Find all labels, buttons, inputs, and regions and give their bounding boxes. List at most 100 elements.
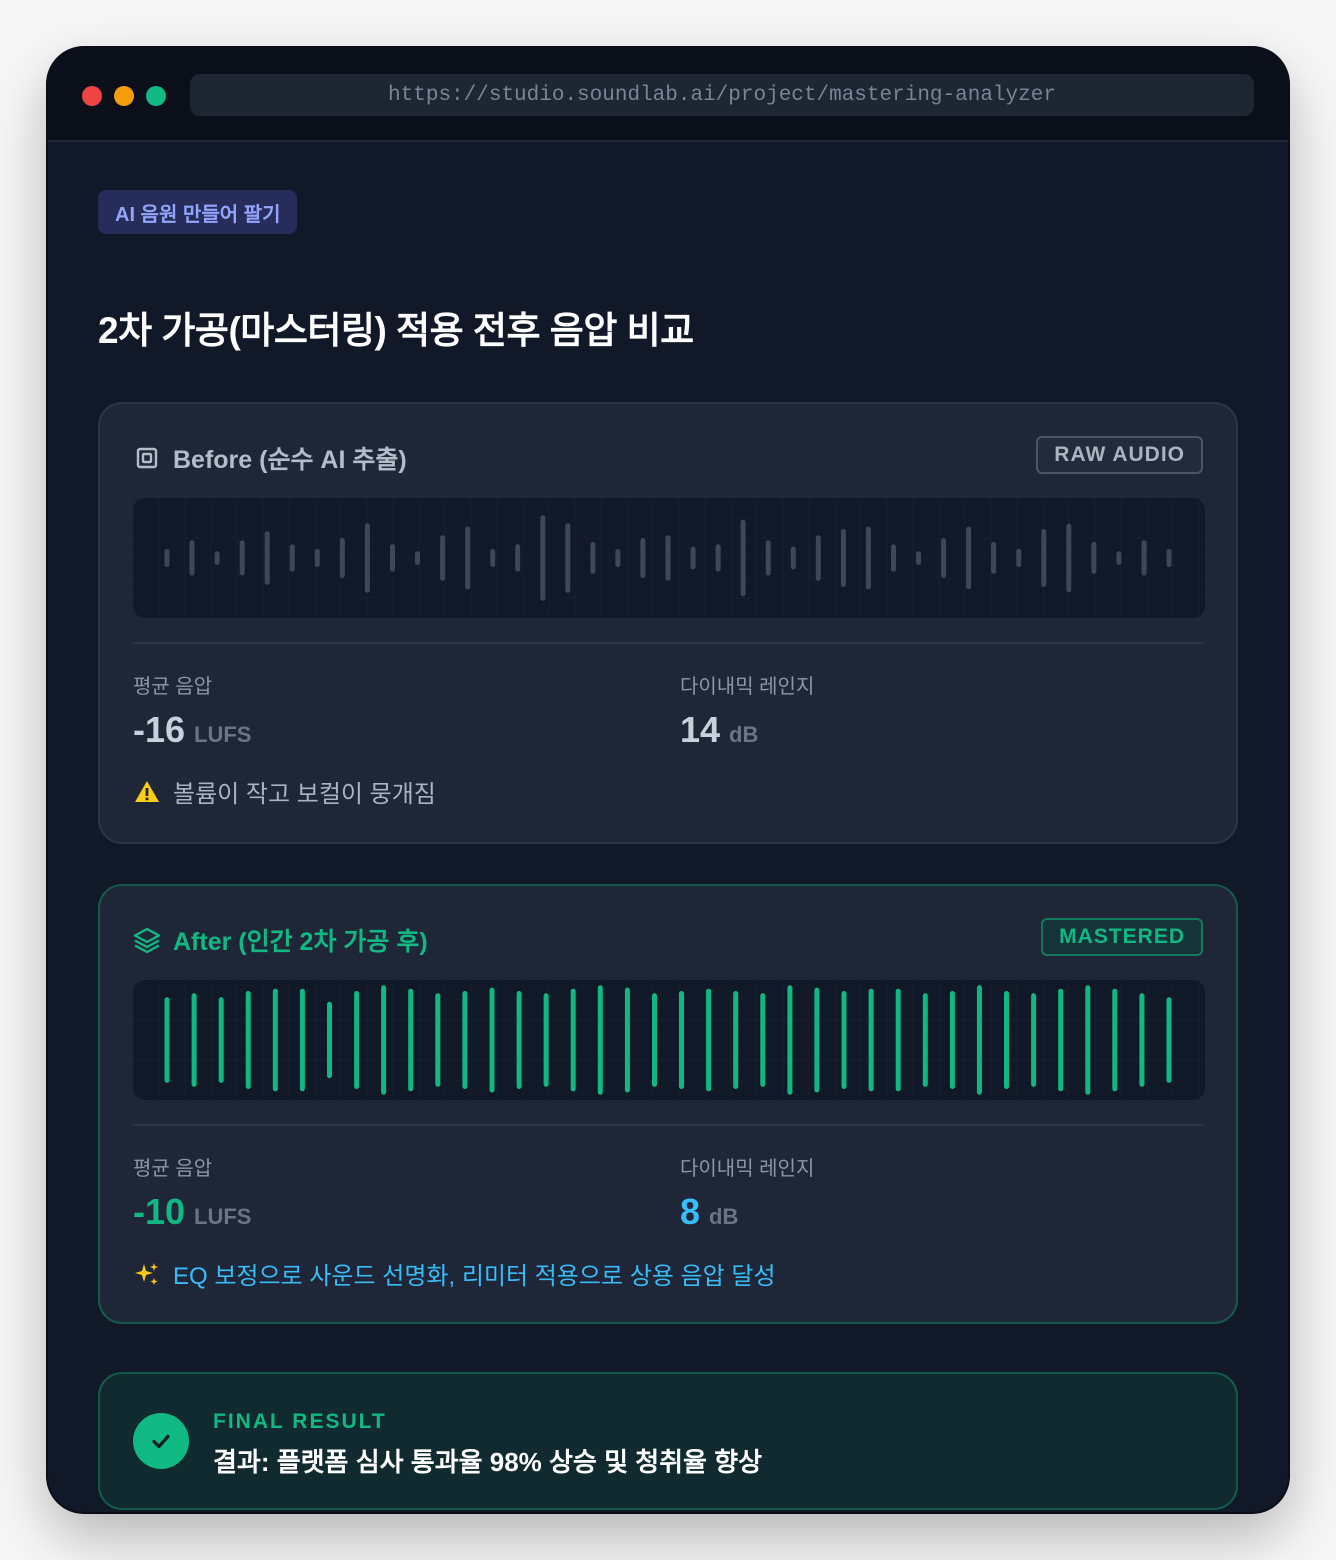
minimize-window-button[interactable]: [114, 86, 134, 106]
before-waveform-bar: [590, 542, 596, 574]
before-waveform-bar: [1166, 548, 1172, 568]
after-waveform-bar: [1112, 988, 1118, 1092]
before-waveform-bar: [515, 544, 521, 572]
before-waveform-bar: [941, 538, 947, 578]
divider: [133, 1124, 1205, 1126]
before-waveform-bar: [991, 542, 997, 574]
dynamic-unit: dB: [729, 722, 759, 747]
before-waveform-bar: [790, 546, 796, 570]
before-waveform-bar: [490, 548, 496, 568]
after-waveform-bar: [760, 993, 766, 1087]
after-waveform-bar: [814, 987, 820, 1093]
after-waveform-bar: [354, 991, 360, 1089]
before-waveform-bar: [565, 523, 571, 593]
after-waveform-bar: [787, 985, 793, 1095]
before-waveform-bar: [289, 544, 295, 572]
stat-label: 다이내믹 레인지: [680, 1158, 815, 1180]
after-waveform-bar: [191, 993, 197, 1087]
before-note-text: 볼륨이 작고 보컬이 뭉개짐: [173, 781, 436, 808]
before-dynamic-stat: 다이내믹 레인지 14 dB: [680, 670, 814, 751]
before-waveform-bar: [1041, 528, 1047, 587]
after-waveform-bar: [976, 985, 982, 1095]
before-waveform-bar: [239, 540, 245, 576]
after-waveform-bar: [272, 988, 278, 1092]
before-waveform-bar: [665, 535, 671, 581]
final-result-text: 결과: 플랫폼 심사 통과율 98% 상승 및 청취율 향상: [213, 1447, 763, 1477]
before-heading-label: Before (순수 AI 추출): [173, 446, 407, 474]
check-icon: [133, 1413, 189, 1469]
title-bar: https://studio.soundlab.ai/project/maste…: [48, 48, 1288, 142]
after-waveform-bar: [435, 993, 441, 1087]
before-waveform-bar: [865, 526, 871, 590]
before-waveform-bar: [415, 551, 420, 565]
after-waveform-bar: [679, 991, 684, 1089]
after-waveform-bar: [327, 1001, 332, 1079]
after-waveform-svg: [133, 980, 1205, 1100]
after-waveform-bar: [706, 988, 712, 1092]
after-waveform-bar: [895, 988, 901, 1092]
before-waveform-bar: [916, 551, 921, 565]
after-note-text: EQ 보정으로 사운드 선명화, 리미터 적용으로 상용 음압 달성: [173, 1263, 776, 1290]
before-waveform-bar: [1016, 548, 1022, 568]
before-waveform-bar: [314, 548, 320, 568]
loudness-value: -16: [133, 709, 186, 750]
before-waveform-bar: [765, 540, 771, 576]
after-waveform-bar: [245, 991, 251, 1089]
before-waveform-bar: [1116, 551, 1122, 565]
before-waveform-bar: [690, 546, 696, 570]
before-waveform-bar: [364, 523, 370, 593]
after-card: After (인간 2차 가공 후) MASTERED 평균 음압 -10 LU…: [98, 884, 1238, 1324]
before-waveform-bar: [214, 551, 220, 565]
layers-icon: [133, 926, 161, 954]
after-waveform-bar: [1031, 993, 1037, 1087]
final-result-card: FINAL RESULT 결과: 플랫폼 심사 통과율 98% 상승 및 청취율…: [98, 1372, 1238, 1510]
browser-window: https://studio.soundlab.ai/project/maste…: [48, 48, 1288, 1512]
before-waveform-bar: [740, 519, 746, 597]
stat-label: 평균 음압: [133, 676, 213, 698]
before-waveform-bar: [615, 548, 621, 568]
loudness-value: -10: [133, 1191, 186, 1232]
after-waveform-bar: [1004, 991, 1009, 1089]
after-waveform-bar: [597, 985, 603, 1095]
stat-label: 평균 음압: [133, 1158, 213, 1180]
loudness-unit: LUFS: [194, 1204, 252, 1229]
maximize-window-button[interactable]: [146, 86, 166, 106]
before-waveform-bar: [815, 535, 821, 581]
after-waveform-bar: [868, 988, 874, 1092]
after-waveform-bar: [1139, 993, 1145, 1087]
after-waveform-bar: [1058, 988, 1064, 1092]
before-waveform-bar: [1141, 540, 1147, 576]
before-waveform-bar: [465, 526, 471, 590]
after-waveform-bar: [1166, 997, 1172, 1083]
before-heading: Before (순수 AI 추출): [133, 440, 407, 476]
after-waveform-bar: [543, 993, 549, 1087]
before-waveform: [133, 498, 1205, 618]
before-waveform-bar: [440, 535, 446, 581]
after-waveform-bar: [516, 991, 522, 1089]
raw-audio-badge: RAW AUDIO: [1036, 436, 1203, 474]
after-waveform-bar: [218, 997, 224, 1083]
after-waveform-bar: [462, 991, 468, 1089]
before-waveform-bar: [840, 528, 846, 587]
sparkles-icon: [133, 1260, 161, 1288]
after-waveform-bar: [841, 991, 847, 1089]
before-waveform-bar: [715, 544, 721, 572]
before-waveform-bar: [891, 544, 896, 572]
after-waveform-bar: [570, 988, 576, 1092]
after-heading-label: After (인간 2차 가공 후): [173, 928, 428, 956]
after-waveform: [133, 980, 1205, 1100]
after-waveform-bar: [299, 988, 305, 1092]
mastered-badge: MASTERED: [1041, 918, 1203, 956]
before-waveform-bar: [339, 538, 345, 578]
warning-icon: [133, 778, 161, 806]
address-bar[interactable]: https://studio.soundlab.ai/project/maste…: [190, 74, 1254, 116]
before-waveform-bar: [966, 526, 972, 590]
before-waveform-bar: [164, 548, 170, 568]
before-waveform-svg: [133, 498, 1205, 618]
before-waveform-bar: [390, 544, 395, 572]
after-waveform-bar: [949, 991, 955, 1089]
close-window-button[interactable]: [82, 86, 102, 106]
after-waveform-bar: [922, 993, 928, 1087]
after-waveform-bar: [1085, 985, 1091, 1095]
dynamic-value: 8: [680, 1191, 701, 1232]
